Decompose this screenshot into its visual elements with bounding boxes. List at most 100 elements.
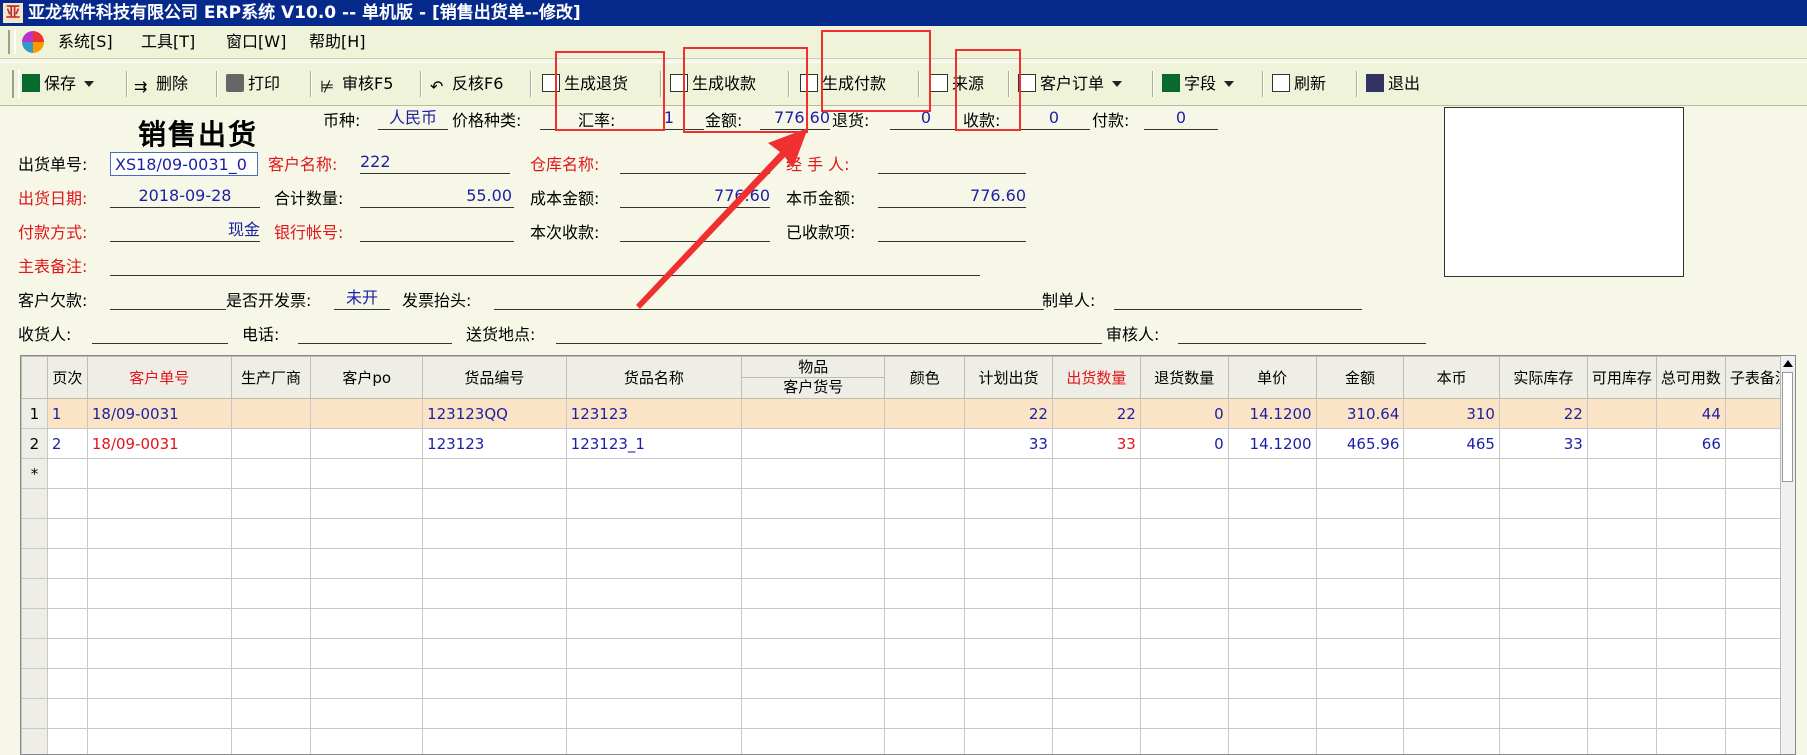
price-type-field[interactable] [540,107,580,130]
generate-receipt-button[interactable]: 生成收款 [670,69,756,99]
invoice-title-field[interactable] [494,287,1044,310]
header-qty[interactable]: 出货数量 [1052,357,1140,399]
new-row-indicator[interactable]: * [22,459,48,489]
header-item-name[interactable]: 货品名称 [566,357,741,399]
pay-method-field[interactable]: 现金 [110,219,260,242]
cell-customer-order[interactable]: 18/09-0031 [87,429,231,459]
exit-button[interactable]: 退出 [1366,69,1420,99]
cell-plan[interactable]: 22 [965,399,1053,429]
cell-item-name[interactable]: 123123 [566,399,741,429]
cell-customer-item[interactable] [742,429,885,459]
chevron-down-icon[interactable] [1224,81,1234,87]
header-item-code[interactable]: 货品编号 [423,357,567,399]
cell-po[interactable] [311,399,423,429]
row-indicator[interactable]: 1 [22,399,48,429]
cell-manufacturer[interactable] [231,429,311,459]
cell-available[interactable] [1587,399,1656,429]
cell-item-code[interactable]: 123123 [423,429,567,459]
cell-page[interactable]: 2 [47,429,87,459]
receiver-field[interactable] [92,321,228,344]
print-button[interactable]: 打印 [226,69,280,99]
scroll-thumb[interactable] [1782,372,1793,482]
source-button[interactable]: 来源 [930,69,984,99]
empty-cell [1052,549,1140,579]
menu-system[interactable]: 系统[S] [58,26,113,58]
chevron-down-icon[interactable] [84,81,94,87]
cell-page[interactable]: 1 [47,399,87,429]
invoice-field[interactable]: 未开 [334,287,390,310]
generate-return-button[interactable]: 生成退货 [542,69,628,99]
row-indicator[interactable]: 2 [22,429,48,459]
cell-return-qty[interactable]: 0 [1140,399,1228,429]
this-receipt-field[interactable] [620,219,770,242]
header-goods[interactable]: 物品客户货号 [742,357,885,399]
cell-return-qty[interactable]: 0 [1140,429,1228,459]
cell-local[interactable]: 465 [1404,429,1500,459]
cell-stock[interactable]: 33 [1499,429,1587,459]
table-row[interactable]: 2 2 18/09-0031 123123 123123_1 33 33 0 1… [22,429,1795,459]
cell-po[interactable] [311,429,423,459]
date-field[interactable]: 2018-09-28 [110,185,260,208]
cell-stock[interactable]: 22 [1499,399,1587,429]
menu-window[interactable]: 窗口[W] [226,26,286,58]
new-row[interactable]: * [22,459,1795,489]
cell-item-name[interactable]: 123123_1 [566,429,741,459]
header-customer-order[interactable]: 客户单号 [87,357,231,399]
customer-field[interactable]: 222 [360,151,510,174]
header-available[interactable]: 可用库存 [1587,357,1656,399]
cell-price[interactable]: 14.1200 [1228,399,1316,429]
cell-amount[interactable]: 310.64 [1316,399,1404,429]
header-page[interactable]: 页次 [47,357,87,399]
header-plan[interactable]: 计划出货 [965,357,1053,399]
customer-order-button[interactable]: 客户订单 [1018,69,1122,99]
unaudit-button[interactable]: ↶反核F6 [430,69,503,99]
cell-price[interactable]: 14.1200 [1228,429,1316,459]
cell-color[interactable] [885,399,965,429]
detail-grid[interactable]: 页次 客户单号 生产厂商 客户po 货品编号 货品名称 物品客户货号 颜色 计划… [20,355,1796,755]
cell-color[interactable] [885,429,965,459]
cell-total-available[interactable]: 66 [1656,429,1725,459]
cell-item-code[interactable]: 123123QQ [423,399,567,429]
remark-field[interactable] [110,253,980,276]
currency-field[interactable]: 人民币 [378,107,448,130]
delete-button[interactable]: ⇉删除 [134,69,188,99]
cell-amount[interactable]: 465.96 [1316,429,1404,459]
menu-help[interactable]: 帮助[H] [309,26,366,58]
header-customer-po[interactable]: 客户po [311,357,423,399]
warehouse-field[interactable] [620,151,770,174]
bank-field[interactable] [360,219,514,242]
handler-field[interactable] [878,151,1026,174]
fields-button[interactable]: 字段 [1162,69,1234,99]
cell-available[interactable] [1587,429,1656,459]
rate-field[interactable]: 1 [634,107,704,130]
cell-customer-item[interactable] [742,399,885,429]
order-no-input[interactable]: XS18/09-0031_0 [110,152,258,176]
table-row[interactable]: 1 1 18/09-0031 123123QQ 123123 22 22 0 1… [22,399,1795,429]
header-manufacturer[interactable]: 生产厂商 [231,357,311,399]
scroll-up-icon[interactable] [1783,360,1793,367]
cell-total-available[interactable]: 44 [1656,399,1725,429]
generate-payment-button[interactable]: 生成付款 [800,69,886,99]
header-total-available[interactable]: 总可用数 [1656,357,1725,399]
cell-qty[interactable]: 22 [1052,399,1140,429]
menu-tools[interactable]: 工具[T] [141,26,195,58]
grid-vertical-scrollbar[interactable] [1780,356,1795,754]
phone-field[interactable] [298,321,452,344]
date-label: 出货日期: [18,189,87,209]
address-field[interactable] [556,321,1102,344]
header-price[interactable]: 单价 [1228,357,1316,399]
audit-button[interactable]: ⊭审核F5 [320,69,393,99]
header-local[interactable]: 本币 [1404,357,1500,399]
header-color[interactable]: 颜色 [885,357,965,399]
save-button[interactable]: 保存 [22,69,94,99]
cell-manufacturer[interactable] [231,399,311,429]
chevron-down-icon[interactable] [1112,81,1122,87]
header-return-qty[interactable]: 退货数量 [1140,357,1228,399]
refresh-button[interactable]: 刷新 [1272,69,1326,99]
cell-plan[interactable]: 33 [965,429,1053,459]
header-amount[interactable]: 金额 [1316,357,1404,399]
header-stock[interactable]: 实际库存 [1499,357,1587,399]
cell-qty[interactable]: 33 [1052,429,1140,459]
cell-customer-order[interactable]: 18/09-0031 [87,399,231,429]
cell-local[interactable]: 310 [1404,399,1500,429]
